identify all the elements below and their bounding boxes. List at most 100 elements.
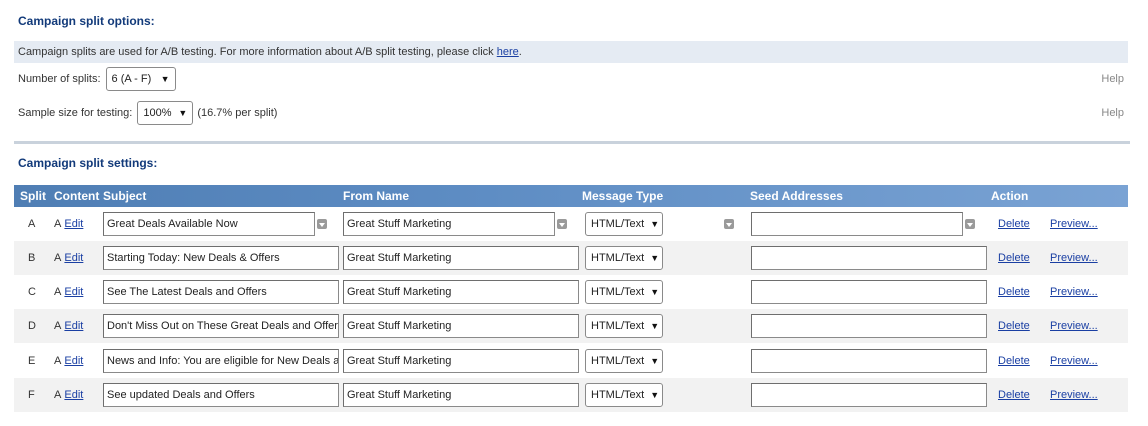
sample-size-value: 100% <box>143 107 172 119</box>
split-letter: C <box>28 286 36 298</box>
triangle-down-icon: ▼ <box>650 287 660 297</box>
splits-help-link[interactable]: Help <box>1101 73 1124 85</box>
delete-link[interactable]: Delete <box>998 252 1030 264</box>
preview-cell: Preview... <box>1050 344 1098 378</box>
delete-cell: Delete <box>998 309 1030 343</box>
message-type-select[interactable]: HTML/Text ▼ <box>585 314 663 338</box>
number-of-splits-label: Number of splits: <box>18 73 101 85</box>
message-type-value: HTML/Text <box>591 252 645 264</box>
content-letter: A <box>54 218 62 230</box>
preview-link[interactable]: Preview... <box>1050 389 1098 401</box>
info-text: Campaign splits are used for A/B testing… <box>18 46 497 58</box>
message-type-select[interactable]: HTML/Text ▼ <box>585 212 663 236</box>
info-bar: Campaign splits are used for A/B testing… <box>14 41 1128 63</box>
subject-input[interactable]: See updated Deals and Offers <box>103 383 339 407</box>
sample-size-label: Sample size for testing: <box>18 107 133 119</box>
triangle-down-icon: ▼ <box>160 74 170 84</box>
message-type-select[interactable]: HTML/Text ▼ <box>585 280 663 304</box>
split-letter: D <box>28 320 36 332</box>
col-content: Content <box>54 189 100 203</box>
seed-addresses-input[interactable] <box>751 314 987 338</box>
delete-link[interactable]: Delete <box>998 355 1030 367</box>
from-name-input[interactable]: Great Stuff Marketing <box>343 314 579 338</box>
copy-down-icon[interactable] <box>557 219 567 229</box>
per-split-text: (16.7% per split) <box>197 107 278 119</box>
delete-link[interactable]: Delete <box>998 389 1030 401</box>
content-letter: A <box>54 286 62 298</box>
message-type-select[interactable]: HTML/Text ▼ <box>585 383 663 407</box>
number-of-splits-select[interactable]: 6 (A - F) ▼ <box>105 67 176 91</box>
table-row: D A Edit Don't Miss Out on These Great Dea… <box>14 309 1128 343</box>
subject-input[interactable]: Starting Today: New Deals & Offers <box>103 246 339 270</box>
sample-size-help-link[interactable]: Help <box>1101 107 1124 119</box>
ab-testing-help-link[interactable]: here <box>497 46 519 58</box>
preview-cell: Preview... <box>1050 378 1098 412</box>
content-cell: A Edit <box>54 207 83 241</box>
edit-content-link[interactable]: Edit <box>64 355 83 367</box>
subject-input[interactable]: Don't Miss Out on These Great Deals and … <box>103 314 339 338</box>
col-seed-addresses: Seed Addresses <box>750 189 843 203</box>
delete-link[interactable]: Delete <box>998 320 1030 332</box>
preview-link[interactable]: Preview... <box>1050 355 1098 367</box>
message-type-value: HTML/Text <box>591 355 645 367</box>
delete-cell: Delete <box>998 378 1030 412</box>
seed-addresses-input[interactable] <box>751 383 987 407</box>
content-letter: A <box>54 389 62 401</box>
delete-link[interactable]: Delete <box>998 286 1030 298</box>
delete-link[interactable]: Delete <box>998 218 1030 230</box>
preview-link[interactable]: Preview... <box>1050 320 1098 332</box>
preview-cell: Preview... <box>1050 309 1098 343</box>
edit-content-link[interactable]: Edit <box>64 389 83 401</box>
edit-content-link[interactable]: Edit <box>64 218 83 230</box>
preview-link[interactable]: Preview... <box>1050 218 1098 230</box>
from-name-input[interactable]: Great Stuff Marketing <box>343 246 579 270</box>
table-row: E A Edit News and Info: You are eligible f… <box>14 344 1128 378</box>
triangle-down-icon: ▼ <box>650 390 660 400</box>
preview-cell: Preview... <box>1050 275 1098 309</box>
seed-addresses-input[interactable] <box>751 280 987 304</box>
sample-size-row: Sample size for testing: 100% ▼ (16.7% p… <box>18 101 1128 125</box>
edit-content-link[interactable]: Edit <box>64 286 83 298</box>
message-type-value: HTML/Text <box>591 218 645 230</box>
subject-input[interactable]: See The Latest Deals and Offers <box>103 280 339 304</box>
col-subject: Subject <box>103 189 147 203</box>
copy-down-icon[interactable] <box>317 219 327 229</box>
content-cell: A Edit <box>54 241 83 275</box>
col-split: Split <box>20 189 46 203</box>
seed-addresses-input[interactable] <box>751 212 963 236</box>
from-name-input[interactable]: Great Stuff Marketing <box>343 349 579 373</box>
message-type-value: HTML/Text <box>591 320 645 332</box>
number-of-splits-row: Number of splits: 6 (A - F) ▼ Help <box>18 67 1128 91</box>
col-action: Action <box>991 189 1029 203</box>
edit-content-link[interactable]: Edit <box>64 252 83 264</box>
preview-cell: Preview... <box>1050 241 1098 275</box>
split-letter: E <box>28 355 36 367</box>
content-cell: A Edit <box>54 344 83 378</box>
preview-link[interactable]: Preview... <box>1050 252 1098 264</box>
table-row: B A Edit Starting Today: New Deals & Offer… <box>14 241 1128 275</box>
preview-link[interactable]: Preview... <box>1050 286 1098 298</box>
from-name-input[interactable]: Great Stuff Marketing <box>343 280 579 304</box>
table-header: Split Content Subject From Name Message … <box>14 185 1128 207</box>
split-letter: A <box>28 218 36 230</box>
copy-down-icon[interactable] <box>965 219 975 229</box>
subject-input[interactable]: Great Deals Available Now <box>103 212 315 236</box>
copy-down-icon[interactable] <box>724 219 734 229</box>
from-name-input[interactable]: Great Stuff Marketing <box>343 212 555 236</box>
message-type-value: HTML/Text <box>591 286 645 298</box>
content-letter: A <box>54 320 62 332</box>
split-settings-title: Campaign split settings: <box>18 156 158 170</box>
table-row: F A Edit See updated Deals and Offers Great… <box>14 378 1128 412</box>
subject-input[interactable]: News and Info: You are eligible for New … <box>103 349 339 373</box>
table-row: C A Edit See The Latest Deals and Offers Gr… <box>14 275 1128 309</box>
content-cell: A Edit <box>54 275 83 309</box>
delete-cell: Delete <box>998 207 1030 241</box>
edit-content-link[interactable]: Edit <box>64 320 83 332</box>
message-type-select[interactable]: HTML/Text ▼ <box>585 246 663 270</box>
sample-size-select[interactable]: 100% ▼ <box>137 101 194 125</box>
seed-addresses-input[interactable] <box>751 349 987 373</box>
from-name-input[interactable]: Great Stuff Marketing <box>343 383 579 407</box>
message-type-select[interactable]: HTML/Text ▼ <box>585 349 663 373</box>
seed-addresses-input[interactable] <box>751 246 987 270</box>
section-divider <box>14 141 1130 144</box>
